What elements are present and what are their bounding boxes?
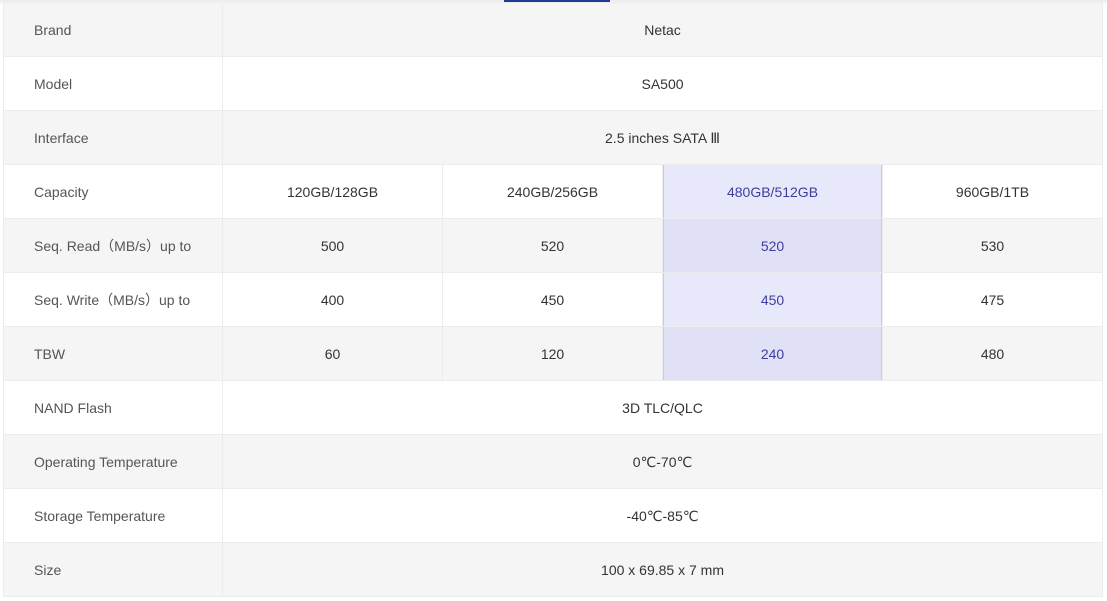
spec-value: 100 x 69.85 x 7 mm [221,542,1104,597]
spec-label: Brand [3,2,223,57]
capacity-option-3-selected[interactable]: 480GB/512GB [662,164,883,219]
spec-cell: 450 [442,272,663,327]
spec-row-brand: Brand Netac [3,2,1104,57]
spec-value: SA500 [221,56,1104,111]
spec-cell: 520 [442,218,663,273]
capacity-option-2[interactable]: 240GB/256GB [442,164,663,219]
spec-row-size: Size 100 x 69.85 x 7 mm [3,542,1104,597]
spec-label: Operating Temperature [3,434,223,489]
spec-value: 0℃-70℃ [221,434,1104,489]
spec-row-seq-read: Seq. Read（MB/s）up to 500 520 520 530 [3,218,1104,273]
spec-value: 3D TLC/QLC [221,380,1104,435]
spec-cell: 500 [222,218,443,273]
spec-value: 2.5 inches SATA Ⅲ [221,110,1104,165]
spec-row-interface: Interface 2.5 inches SATA Ⅲ [3,110,1104,165]
spec-row-storage-temperature: Storage Temperature -40℃-85℃ [3,488,1104,543]
spec-label: Capacity [3,164,223,219]
spec-row-model: Model SA500 [3,56,1104,111]
spec-label: Interface [3,110,223,165]
spec-cell-selected: 520 [662,218,883,273]
capacity-option-4[interactable]: 960GB/1TB [881,164,1104,219]
spec-cell: 475 [881,272,1104,327]
spec-cell: 530 [881,218,1104,273]
spec-label: Size [3,542,223,597]
spec-row-capacity: Capacity 120GB/128GB 240GB/256GB 480GB/5… [3,164,1104,219]
spec-value: -40℃-85℃ [221,488,1104,543]
spec-cell: 400 [222,272,443,327]
spec-row-operating-temperature: Operating Temperature 0℃-70℃ [3,434,1104,489]
spec-cell-selected: 450 [662,272,883,327]
spec-cell-selected: 240 [662,326,883,381]
spec-cell: 120 [442,326,663,381]
spec-label: NAND Flash [3,380,223,435]
spec-page: Brand Netac Model SA500 Interface 2.5 in… [0,0,1107,601]
spec-label: Seq. Read（MB/s）up to [3,218,223,273]
spec-label: Model [3,56,223,111]
capacity-option-1[interactable]: 120GB/128GB [222,164,443,219]
spec-cell: 60 [222,326,443,381]
spec-value: Netac [221,2,1104,57]
spec-label: TBW [3,326,223,381]
spec-label: Storage Temperature [3,488,223,543]
spec-label: Seq. Write（MB/s）up to [3,272,223,327]
spec-row-nand-flash: NAND Flash 3D TLC/QLC [3,380,1104,435]
spec-row-seq-write: Seq. Write（MB/s）up to 400 450 450 475 [3,272,1104,327]
spec-cell: 480 [881,326,1104,381]
spec-row-tbw: TBW 60 120 240 480 [3,326,1104,381]
specifications-table: Brand Netac Model SA500 Interface 2.5 in… [3,2,1104,597]
